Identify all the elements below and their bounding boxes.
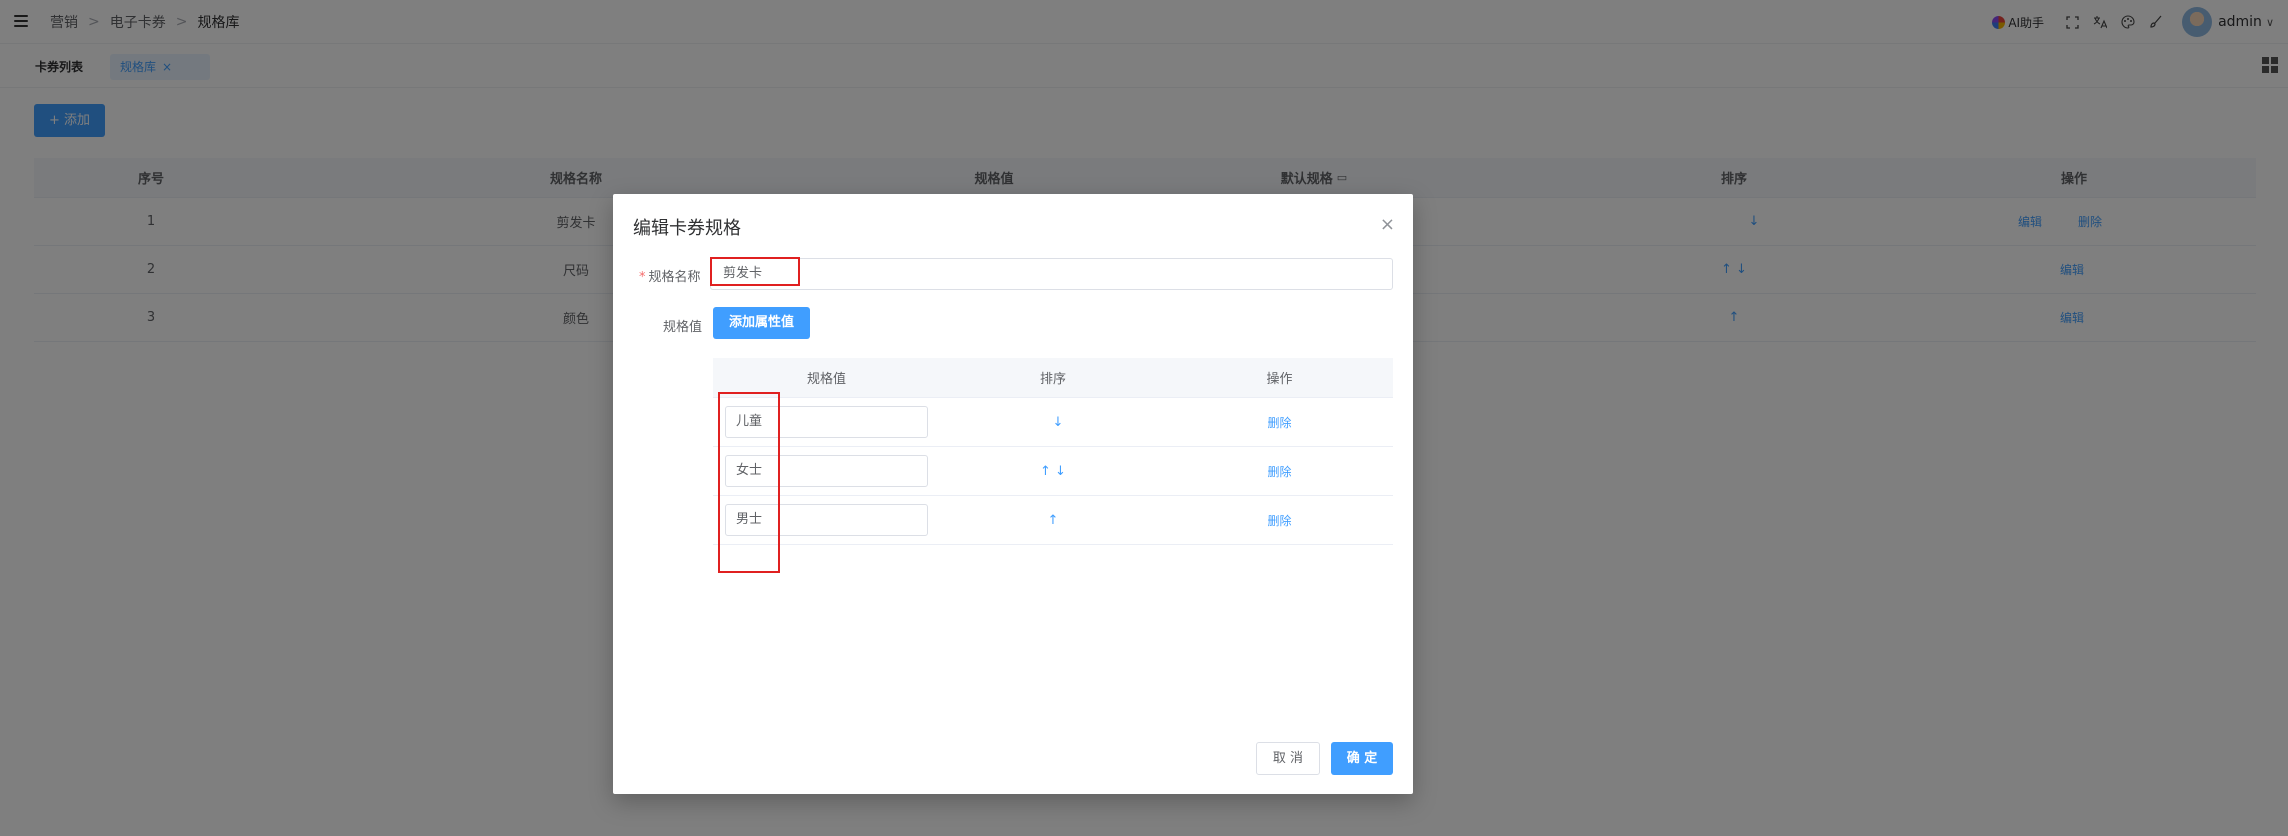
delete-link[interactable]: 删除 [1166,447,1393,495]
required-mark: * [639,270,646,285]
spec-name-label-text: 规格名称 [648,270,701,285]
table-header: 规格值 排序 操作 [713,358,1393,398]
delete-link[interactable]: 删除 [1166,496,1393,544]
spec-name-label: * 规格名称 [639,266,701,285]
column-header: 操作 [1266,372,1293,387]
sort-arrows[interactable]: ↓ [945,398,1171,446]
highlight-box [718,392,780,573]
spec-values-label: 规格值 [663,320,703,335]
spec-name-input[interactable]: 剪发卡 [710,258,1393,290]
value-row: 儿童 ↓ 删除 [713,398,1393,447]
sort-arrows[interactable]: ↑ [940,496,1166,544]
close-icon[interactable]: × [1380,214,1395,235]
column-header: 排序 [1039,372,1066,387]
spec-values-table: 规格值 排序 操作 儿童 ↓ 删除 女士 ↑ ↓ 删除 男士 ↑ 删除 [713,358,1393,545]
edit-spec-dialog: 编辑卡券规格 × * 规格名称 剪发卡 规格值 添加属性值 规格值 排序 操作 儿… [613,194,1413,794]
add-attribute-button[interactable]: 添加属性值 [713,307,810,339]
dialog-title: 编辑卡券规格 [633,218,741,239]
value-row: 女士 ↑ ↓ 删除 [713,447,1393,496]
delete-link[interactable]: 删除 [1166,398,1393,446]
cancel-button[interactable]: 取 消 [1256,742,1320,775]
highlight-box [710,257,800,286]
sort-arrows[interactable]: ↑ ↓ [940,447,1166,495]
value-row: 男士 ↑ 删除 [713,496,1393,545]
confirm-button[interactable]: 确 定 [1331,742,1393,775]
